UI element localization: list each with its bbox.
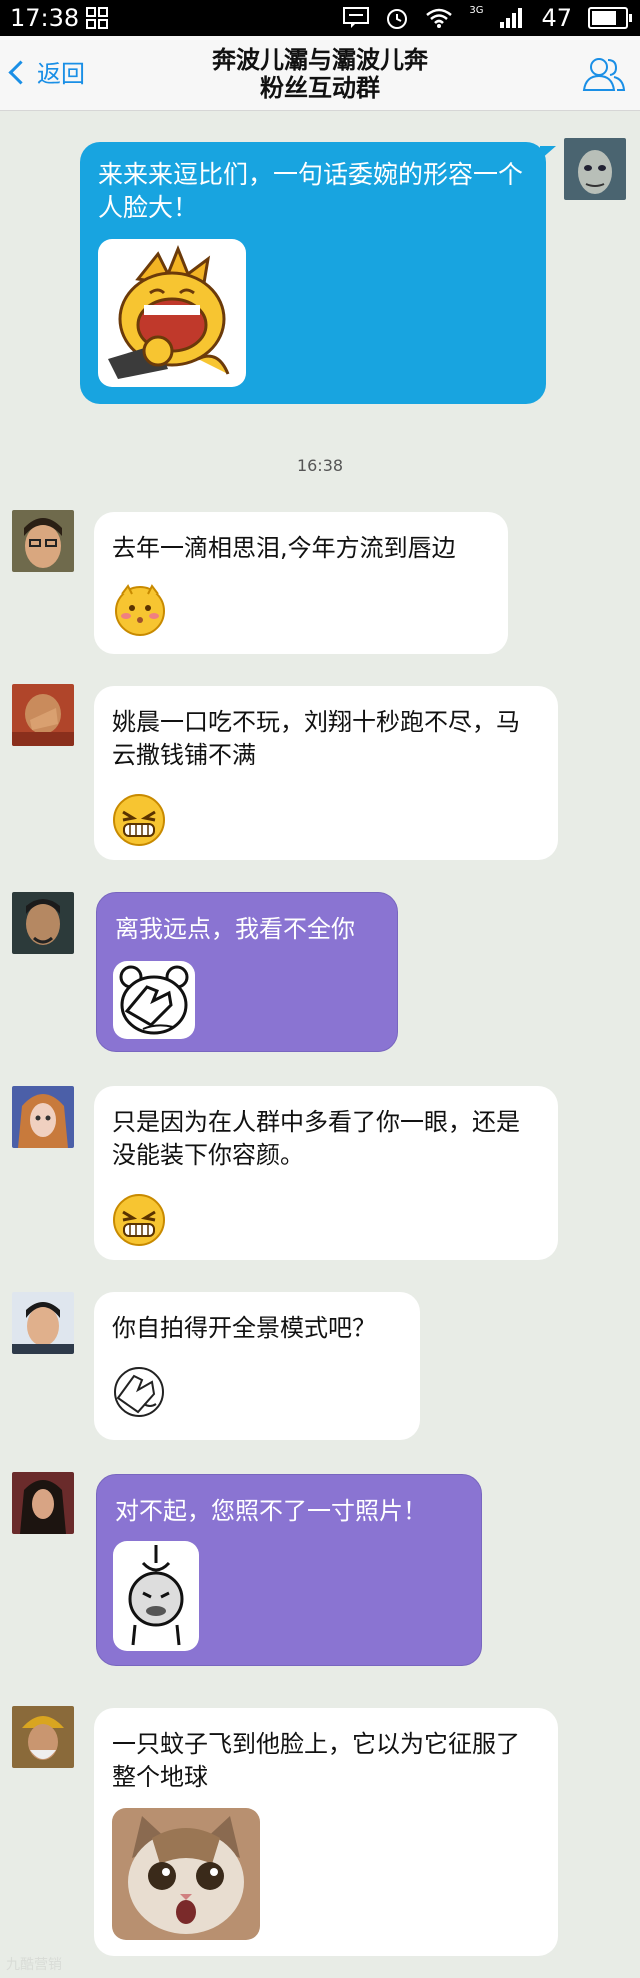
message-bubble[interactable]: 去年一滴相思泪,今年方流到唇边: [94, 512, 508, 654]
message-bubble[interactable]: 你自拍得开全景模式吧？: [94, 1292, 420, 1440]
facepalm-bear-icon: [119, 965, 189, 1035]
back-label: 返回: [37, 60, 85, 88]
message-text: 你自拍得开全景模式吧？: [112, 1314, 376, 1342]
message-text: 一只蚊子飞到他脸上，它以为它征服了整个地球: [112, 1730, 520, 1791]
chevron-left-icon: [8, 60, 33, 85]
chat-header: 返回 奔波儿灞与灞波儿奔 粉丝互动群: [0, 36, 640, 111]
signal-icon: [500, 8, 523, 28]
facepalm-face-icon: [114, 1367, 164, 1417]
battery-icon: [588, 7, 632, 29]
sticker-image: [98, 239, 246, 387]
grinning-face-icon: [113, 794, 165, 846]
message-text: 只是因为在人群中多看了你一眼，还是没能装下你容颜。: [112, 1108, 520, 1169]
battery-level: 47: [541, 4, 572, 32]
back-button[interactable]: 返回: [8, 54, 85, 89]
message-text: 来来来逗比们，一句话委婉的形容一个人脸大！: [98, 160, 524, 222]
title-line-1: 奔波儿灞与灞波儿奔: [212, 46, 428, 74]
message-icon: [343, 7, 370, 28]
page-title: 奔波儿灞与灞波儿奔 粉丝互动群: [120, 46, 520, 102]
sent-message-bubble[interactable]: 来来来逗比们，一句话委婉的形容一个人脸大！: [80, 142, 546, 404]
hanging-meme-face-icon: [128, 1545, 184, 1646]
message-bubble[interactable]: 一只蚊子飞到他脸上，它以为它征服了整个地球: [94, 1708, 558, 1956]
avatar[interactable]: [12, 510, 74, 572]
avatar[interactable]: [12, 1706, 74, 1768]
status-time: 17:38: [10, 4, 80, 32]
wifi-icon: [426, 8, 453, 28]
watermark: 九酷营销: [6, 1957, 62, 1973]
message-timestamp: 16:38: [296, 456, 344, 475]
sticker-image: [113, 961, 195, 1039]
apps-grid-icon: [86, 7, 108, 29]
avatar[interactable]: [12, 1472, 74, 1534]
message-text: 姚晨一口吃不玩，刘翔十秒跑不尽，马云撒钱铺不满: [112, 708, 520, 769]
network-type: 3G: [469, 4, 484, 16]
message-text: 对不起，您照不了一寸照片！: [115, 1497, 427, 1525]
message-text: 去年一滴相思泪,今年方流到唇边: [112, 534, 456, 562]
message-bubble[interactable]: 离我远点，我看不全你: [96, 892, 398, 1052]
group-members-icon[interactable]: [582, 56, 626, 92]
avatar[interactable]: [12, 684, 74, 746]
avatar[interactable]: [12, 1292, 74, 1354]
grinning-face-icon: [113, 1194, 165, 1246]
alarm-icon: [387, 9, 408, 29]
message-bubble[interactable]: 姚晨一口吃不玩，刘翔十秒跑不尽，马云撒钱铺不满: [94, 686, 558, 860]
avatar[interactable]: [12, 892, 74, 954]
bubble-tail: [540, 146, 556, 160]
sticker-image: [113, 1541, 199, 1651]
message-bubble[interactable]: 只是因为在人群中多看了你一眼，还是没能装下你容颜。: [94, 1086, 558, 1260]
avatar[interactable]: [12, 1086, 74, 1148]
avatar[interactable]: [564, 138, 626, 200]
status-bar: 17:38 3G 47: [0, 0, 640, 36]
laughing-pointing-sticker-icon: [108, 244, 230, 379]
surprised-cat-icon: [112, 1808, 260, 1940]
message-text: 离我远点，我看不全你: [115, 915, 355, 943]
blushing-face-icon: [115, 584, 165, 636]
title-line-2: 粉丝互动群: [260, 74, 380, 102]
message-bubble[interactable]: 对不起，您照不了一寸照片！: [96, 1474, 482, 1666]
sticker-image: [112, 1808, 260, 1940]
